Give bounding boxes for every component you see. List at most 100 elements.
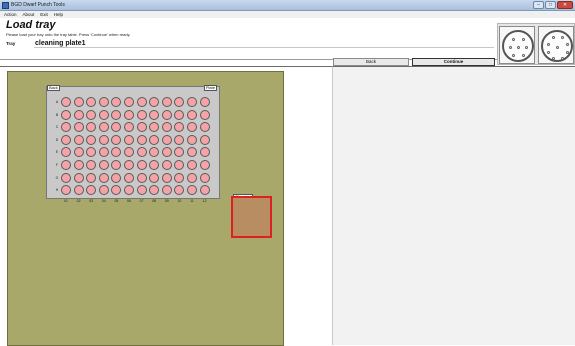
well-F08[interactable]	[149, 160, 160, 170]
well-B11[interactable]	[187, 109, 197, 120]
well-G07[interactable]	[136, 172, 147, 183]
well-A02[interactable]	[73, 97, 84, 107]
well-G09[interactable]	[161, 172, 172, 183]
well-E12[interactable]	[199, 147, 210, 158]
well-H02[interactable]	[73, 185, 84, 196]
well-A09[interactable]	[161, 97, 172, 107]
well-A11[interactable]	[187, 97, 197, 107]
well-D12[interactable]	[199, 134, 210, 145]
well-C08[interactable]	[149, 122, 160, 133]
menu-action[interactable]: Action	[4, 11, 17, 18]
well-G02[interactable]	[73, 172, 84, 183]
well-E10[interactable]	[174, 147, 185, 158]
well-B06[interactable]	[124, 109, 134, 120]
well-H07[interactable]	[136, 185, 147, 196]
microplate[interactable]: Back Plate A B C D E F G H 01 02 03 04 05 06 07 08 09 10 1…	[46, 85, 220, 203]
well-G05[interactable]	[111, 172, 122, 183]
well-H08[interactable]	[149, 185, 160, 196]
well-E05[interactable]	[111, 147, 122, 158]
well-B08[interactable]	[149, 109, 160, 120]
well-D09[interactable]	[161, 134, 172, 145]
well-F01[interactable]	[61, 160, 71, 170]
well-C03[interactable]	[86, 122, 97, 133]
well-D08[interactable]	[149, 134, 160, 145]
well-C06[interactable]	[124, 122, 134, 133]
plate-flip-tab[interactable]: Plate	[203, 85, 217, 91]
well-D02[interactable]	[73, 134, 84, 145]
well-G11[interactable]	[187, 172, 197, 183]
well-C01[interactable]	[61, 122, 71, 133]
well-A05[interactable]	[111, 97, 122, 107]
well-A07[interactable]	[136, 97, 147, 107]
well-F12[interactable]	[199, 160, 210, 170]
well-E11[interactable]	[187, 147, 197, 158]
well-F10[interactable]	[174, 160, 185, 170]
well-B05[interactable]	[111, 109, 122, 120]
well-D01[interactable]	[61, 134, 71, 145]
well-H04[interactable]	[98, 185, 109, 196]
well-D03[interactable]	[86, 134, 97, 145]
menu-about[interactable]: About	[23, 11, 35, 18]
well-B04[interactable]	[98, 109, 109, 120]
well-B02[interactable]	[73, 109, 84, 120]
well-C12[interactable]	[199, 122, 210, 133]
well-G08[interactable]	[149, 172, 160, 183]
well-H06[interactable]	[124, 185, 134, 196]
well-E04[interactable]	[98, 147, 109, 158]
well-C11[interactable]	[187, 122, 197, 133]
well-H01[interactable]	[61, 185, 71, 196]
well-H03[interactable]	[86, 185, 97, 196]
well-G06[interactable]	[124, 172, 134, 183]
well-G04[interactable]	[98, 172, 109, 183]
well-D07[interactable]	[136, 134, 147, 145]
well-H12[interactable]	[199, 185, 210, 196]
well-F11[interactable]	[187, 160, 197, 170]
well-A08[interactable]	[149, 97, 160, 107]
well-C05[interactable]	[111, 122, 122, 133]
well-D06[interactable]	[124, 134, 134, 145]
menu-exit[interactable]: Exit	[40, 11, 48, 18]
well-E02[interactable]	[73, 147, 84, 158]
well-A12[interactable]	[199, 97, 210, 107]
well-C09[interactable]	[161, 122, 172, 133]
well-A04[interactable]	[98, 97, 109, 107]
well-E07[interactable]	[136, 147, 147, 158]
well-G10[interactable]	[174, 172, 185, 183]
well-H11[interactable]	[187, 185, 197, 196]
well-H09[interactable]	[161, 185, 172, 196]
well-B07[interactable]	[136, 109, 147, 120]
well-D10[interactable]	[174, 134, 185, 145]
well-F07[interactable]	[136, 160, 147, 170]
minimize-button[interactable]: –	[533, 1, 544, 9]
well-D11[interactable]	[187, 134, 197, 145]
well-D04[interactable]	[98, 134, 109, 145]
well-D05[interactable]	[111, 134, 122, 145]
well-A06[interactable]	[124, 97, 134, 107]
well-F04[interactable]	[98, 160, 109, 170]
menu-help[interactable]: Help	[54, 11, 63, 18]
well-A03[interactable]	[86, 97, 97, 107]
well-E09[interactable]	[161, 147, 172, 158]
well-H05[interactable]	[111, 185, 122, 196]
well-F05[interactable]	[111, 160, 122, 170]
well-F09[interactable]	[161, 160, 172, 170]
well-F06[interactable]	[124, 160, 134, 170]
close-button[interactable]: ✕	[557, 1, 573, 9]
well-B10[interactable]	[174, 109, 185, 120]
continue-button[interactable]: Continue	[412, 58, 495, 66]
well-C02[interactable]	[73, 122, 84, 133]
back-button[interactable]: Back	[333, 58, 409, 66]
maximize-button[interactable]: □	[545, 1, 556, 9]
well-G03[interactable]	[86, 172, 97, 183]
well-H10[interactable]	[174, 185, 185, 196]
well-A01[interactable]	[61, 97, 71, 107]
cleaning-station[interactable]	[231, 196, 272, 238]
well-F03[interactable]	[86, 160, 97, 170]
well-B09[interactable]	[161, 109, 172, 120]
well-B03[interactable]	[86, 109, 97, 120]
well-C04[interactable]	[98, 122, 109, 133]
well-C07[interactable]	[136, 122, 147, 133]
well-G01[interactable]	[61, 172, 71, 183]
well-B12[interactable]	[199, 109, 210, 120]
well-F02[interactable]	[73, 160, 84, 170]
